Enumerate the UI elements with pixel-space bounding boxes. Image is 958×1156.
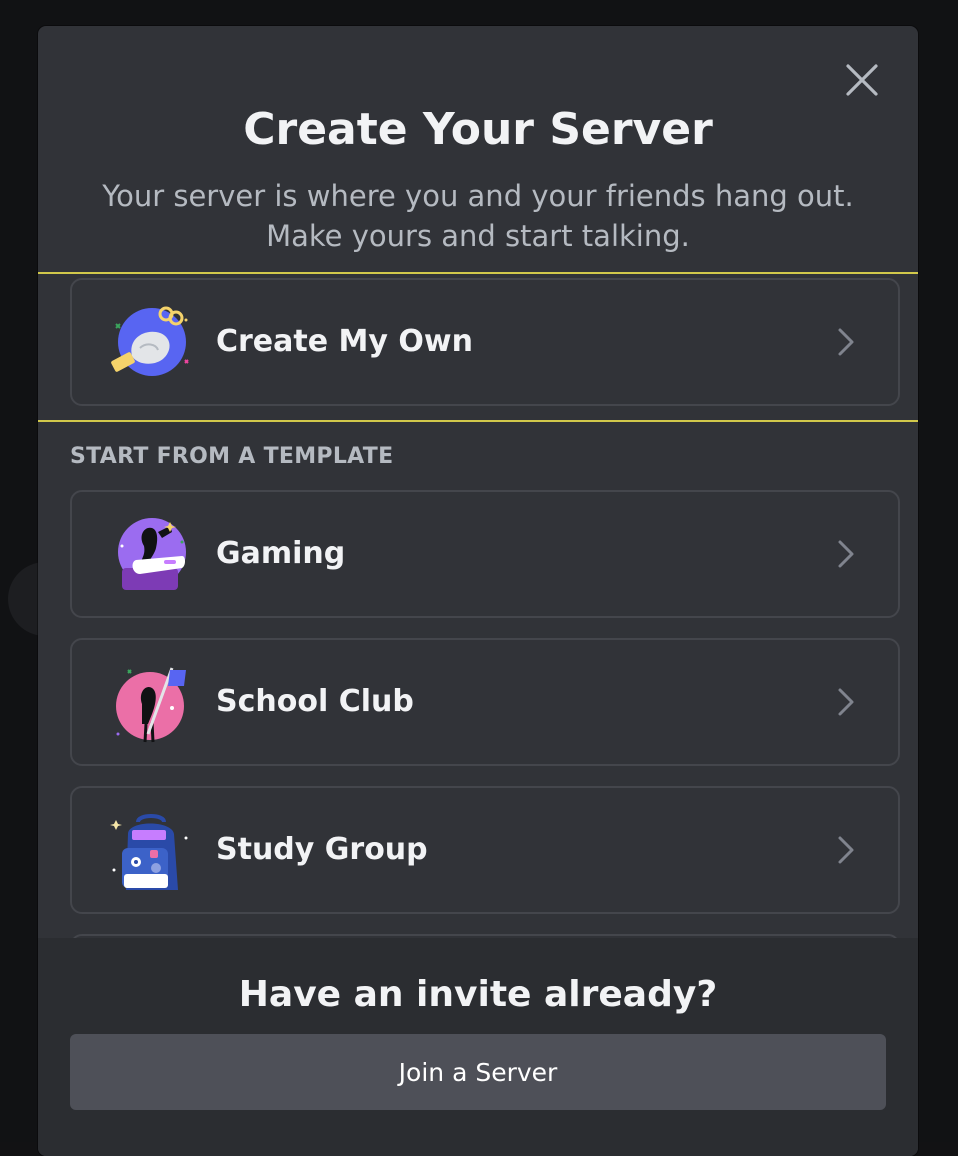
modal-footer: Have an invite already? Join a Server [38, 938, 918, 1156]
chevron-right-icon [838, 688, 854, 716]
create-server-modal: Create Your Server Your server is where … [38, 26, 918, 1156]
join-server-button[interactable]: Join a Server [70, 1034, 886, 1110]
chevron-right-icon [838, 328, 854, 356]
school-club-illustration-icon [116, 667, 186, 743]
school-club-label: School Club [216, 684, 414, 719]
study-group-illustration-icon [110, 814, 188, 890]
create-my-own-label: Create My Own [216, 324, 473, 359]
modal-subtitle: Your server is where you and your friend… [102, 179, 854, 253]
template-option-gaming[interactable]: Gaming [70, 490, 900, 618]
study-group-label: Study Group [216, 832, 428, 867]
chevron-right-icon [838, 836, 854, 864]
create-my-own-option[interactable]: Create My Own [70, 278, 900, 406]
chevron-right-icon [838, 540, 854, 568]
invite-heading: Have an invite already? [238, 974, 718, 1015]
gaming-illustration-icon [118, 518, 186, 590]
template-section-header: START FROM A TEMPLATE [70, 444, 394, 469]
create-server-illustration-icon [111, 306, 189, 376]
template-option-school-club[interactable]: School Club [70, 638, 900, 766]
close-icon[interactable] [844, 62, 880, 98]
gaming-label: Gaming [216, 536, 346, 571]
template-option-study-group[interactable]: Study Group [70, 786, 900, 914]
modal-title: Create Your Server [243, 104, 713, 155]
